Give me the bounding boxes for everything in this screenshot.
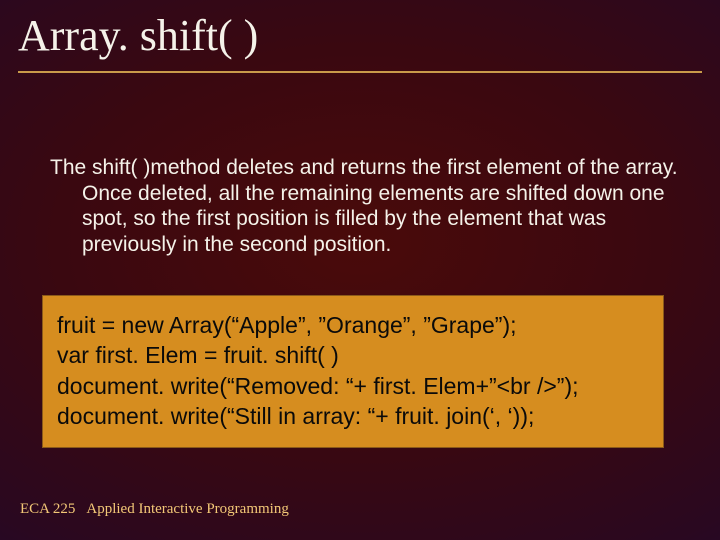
footer-course-name: Applied Interactive Programming xyxy=(86,501,288,517)
footer: ECA 225 Applied Interactive Programming xyxy=(20,501,289,518)
code-line-2: var first. Elem = fruit. shift( ) xyxy=(57,340,649,370)
paragraph-text: The shift( )method deletes and returns t… xyxy=(50,155,680,257)
body-paragraph: The shift( )method deletes and returns t… xyxy=(50,155,680,257)
slide-title: Array. shift( ) xyxy=(18,10,702,73)
code-example-box: fruit = new Array(“Apple”, ”Orange”, ”Gr… xyxy=(42,295,664,448)
slide: Array. shift( ) The shift( )method delet… xyxy=(0,0,720,540)
code-line-3: document. write(“Removed: “+ first. Elem… xyxy=(57,371,649,401)
code-line-1: fruit = new Array(“Apple”, ”Orange”, ”Gr… xyxy=(57,310,649,340)
footer-course-code: ECA 225 xyxy=(20,501,75,517)
code-line-4: document. write(“Still in array: “+ frui… xyxy=(57,401,649,431)
